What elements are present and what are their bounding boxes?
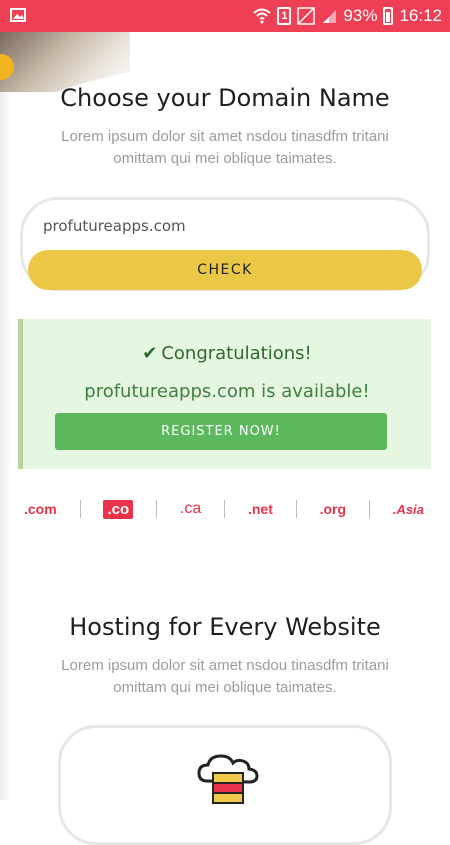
domain-input[interactable] bbox=[41, 212, 375, 240]
wifi-icon bbox=[253, 8, 272, 24]
hosting-subtitle: Lorem ipsum dolor sit amet nsdou tinasdf… bbox=[61, 657, 389, 696]
tld-list: .com .co .ca .net .org .Asia bbox=[24, 496, 424, 522]
hosting-title: Hosting for Every Website bbox=[69, 613, 381, 641]
register-now-button[interactable]: REGISTER NOW! bbox=[55, 413, 387, 450]
status-bar: 1 93% 16:12 bbox=[0, 0, 450, 32]
clock: 16:12 bbox=[399, 6, 442, 25]
congrats-message: ✔ Congratulations! bbox=[142, 343, 312, 364]
gallery-icon bbox=[10, 8, 26, 22]
battery-percent: 93% bbox=[343, 6, 378, 25]
domain-title: Choose your Domain Name bbox=[60, 84, 390, 112]
tld-org[interactable]: .org bbox=[320, 501, 346, 517]
hero-banner bbox=[0, 32, 450, 92]
hosting-card[interactable] bbox=[58, 725, 392, 845]
battery-icon bbox=[383, 7, 394, 25]
signal-bars-icon bbox=[323, 10, 337, 23]
check-button[interactable]: CHECK bbox=[28, 250, 422, 290]
tld-net[interactable]: .net bbox=[248, 501, 273, 517]
signal-icon bbox=[297, 7, 316, 25]
result-panel: ✔ Congratulations! profutureapps.com is a… bbox=[18, 319, 431, 469]
tld-co[interactable]: .co bbox=[103, 499, 134, 519]
domain-subtitle: Lorem ipsum dolor sit amet nsdou tinasdf… bbox=[61, 128, 389, 167]
domain-search-box: CHECK bbox=[20, 197, 430, 291]
availability-message: profutureapps.com is available! bbox=[84, 381, 370, 402]
sim-icon: 1 bbox=[277, 7, 292, 25]
cloud-server-icon bbox=[197, 754, 259, 804]
tld-asia[interactable]: .Asia bbox=[393, 502, 424, 517]
checkmark-icon: ✔ bbox=[142, 343, 158, 364]
tld-ca[interactable]: .ca bbox=[180, 500, 201, 518]
tld-com[interactable]: .com bbox=[24, 501, 57, 517]
